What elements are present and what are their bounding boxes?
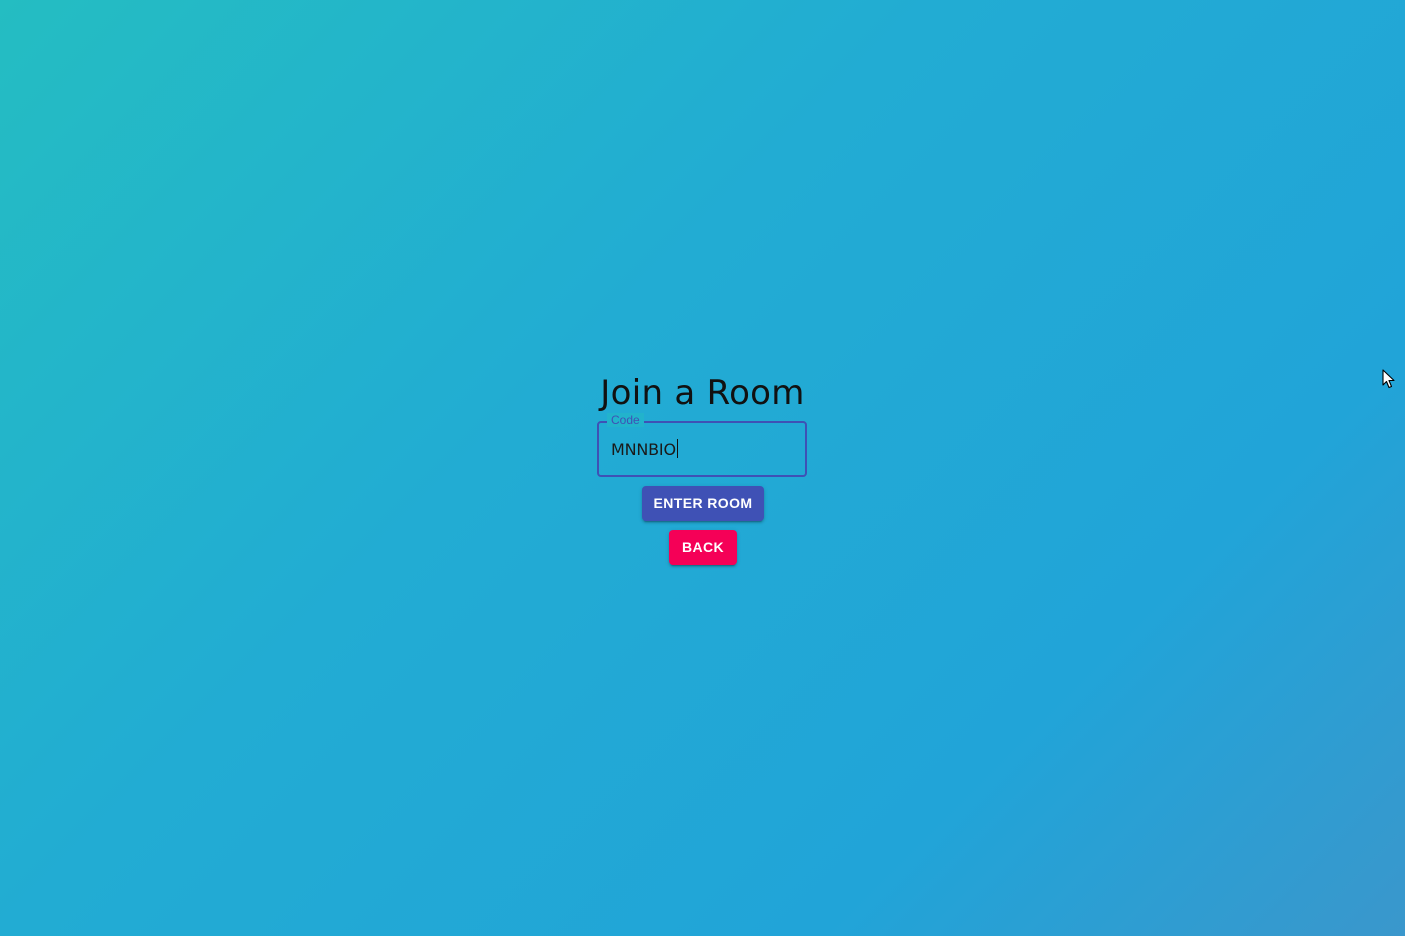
code-input[interactable] — [611, 438, 791, 460]
text-caret — [677, 439, 678, 458]
page-title: Join a Room — [600, 373, 805, 413]
back-button[interactable]: BACK — [669, 530, 737, 565]
code-field-label: Code — [607, 413, 644, 427]
enter-room-button[interactable]: ENTER ROOM — [642, 486, 764, 521]
mouse-pointer-icon — [1382, 369, 1395, 389]
code-field[interactable]: Code — [597, 413, 807, 477]
join-room-page: Join a Room Code ENTER ROOM BACK — [0, 0, 1405, 936]
